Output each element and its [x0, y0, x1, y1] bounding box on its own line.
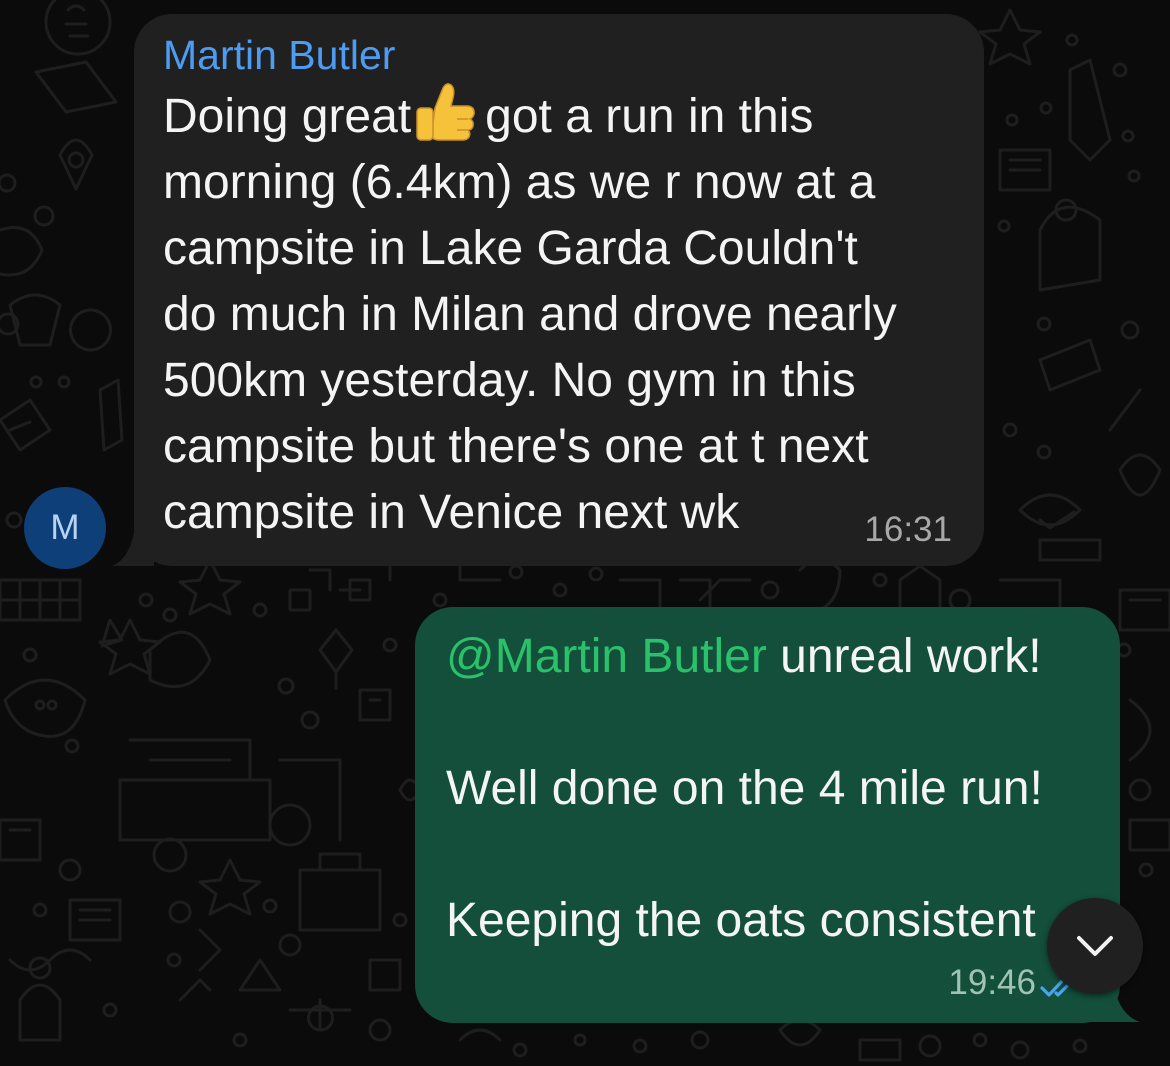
message-line: do much in Milan and drove nearly: [163, 288, 897, 341]
message-timestamp: 16:31: [864, 510, 952, 549]
message-line: campsite in Venice next wk: [163, 486, 740, 539]
message-line-before-emoji: Doing great: [163, 90, 412, 143]
message-line: Well done on the 4 mile run!: [446, 762, 1043, 815]
message-line: Keeping the oats consistent: [446, 894, 1036, 947]
scroll-to-bottom-button[interactable]: [1047, 898, 1143, 994]
message-line-rest: unreal work!: [766, 630, 1042, 683]
mention-link[interactable]: @Martin Butler: [446, 630, 767, 683]
message-timestamp: 19:46: [948, 963, 1036, 1002]
outgoing-message-bubble[interactable]: @Martin Butler unreal work! Well done on…: [415, 607, 1120, 1023]
message-line: morning (6.4km) as we r now at a: [163, 156, 876, 209]
message-line: 500km yesterday. No gym in this: [163, 354, 856, 407]
avatar[interactable]: M: [24, 487, 106, 569]
chat-view[interactable]: M Martin Butler Doing great got a run in…: [0, 0, 1170, 1066]
sender-name[interactable]: Martin Butler: [163, 32, 395, 79]
message-text: Doing great got a run in this morning (6…: [163, 82, 968, 546]
thumbs-up-icon: [416, 83, 476, 141]
message-line-after-emoji: got a run in this: [485, 90, 814, 143]
message-line: @Martin Butler unreal work!: [446, 629, 1042, 684]
chevron-down-icon: [1077, 936, 1113, 956]
message-line: Doing great got a run in this: [163, 82, 968, 150]
message-line: campsite but there's one at t next: [163, 420, 869, 473]
avatar-initial: M: [50, 508, 80, 547]
incoming-message-bubble[interactable]: Martin Butler Doing great got a run in t…: [134, 14, 984, 566]
message-line: campsite in Lake Garda Couldn't: [163, 222, 858, 275]
